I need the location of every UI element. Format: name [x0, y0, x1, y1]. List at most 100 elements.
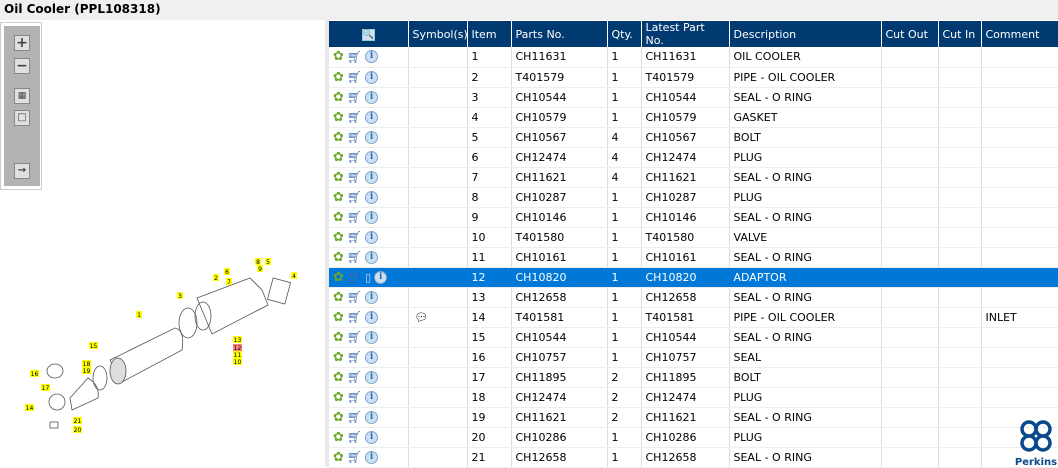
- table-row[interactable]: ✿ 🛒︎ i 1 CH11631 1 CH11631 OIL COOLER: [329, 47, 1058, 68]
- cart-icon[interactable]: 🛒︎: [347, 170, 362, 184]
- cart-icon[interactable]: 🛒︎: [347, 390, 362, 404]
- info-icon[interactable]: i: [365, 90, 379, 104]
- table-row[interactable]: ✿ 🛒︎ i 20 CH10286 1 CH10286 PLUG: [329, 427, 1058, 448]
- cart-icon[interactable]: 🛒︎: [347, 270, 362, 284]
- column-header[interactable]: Cut In: [938, 21, 982, 47]
- table-row[interactable]: ✿ 🛒︎ i 9 CH10146 1 CH10146 SEAL - O RING: [329, 207, 1058, 228]
- callout-label[interactable]: 17: [42, 385, 50, 392]
- column-header[interactable]: Latest Part No.: [641, 21, 730, 47]
- gear-icon[interactable]: ✿: [333, 150, 344, 165]
- table-row[interactable]: ✿ 🛒︎ i 2 T401579 1 T401579 PIPE - OIL COOL…: [329, 67, 1058, 88]
- info-icon[interactable]: i: [365, 50, 379, 64]
- info-icon[interactable]: i: [365, 290, 379, 304]
- gear-icon[interactable]: ✿: [333, 49, 344, 64]
- column-header[interactable]: Comment: [981, 21, 1058, 47]
- column-header[interactable]: Item: [467, 21, 512, 47]
- table-row[interactable]: ✿ 🛒︎ i 5 CH10567 4 CH10567 BOLT: [329, 127, 1058, 148]
- gear-icon[interactable]: ✿: [333, 70, 344, 85]
- callout-label[interactable]: 2: [214, 275, 218, 282]
- callout-label[interactable]: 3: [178, 293, 182, 300]
- info-icon[interactable]: i: [365, 70, 379, 84]
- cart-icon[interactable]: 🛒︎: [347, 310, 362, 324]
- gear-icon[interactable]: ✿: [333, 310, 344, 325]
- table-row[interactable]: ✿ 🛒︎ i 6 CH12474 4 CH12474 PLUG: [329, 147, 1058, 168]
- info-icon[interactable]: i: [365, 170, 379, 184]
- callout-label[interactable]: 14: [26, 405, 34, 412]
- cart-icon[interactable]: 🛒︎: [347, 190, 362, 204]
- column-header[interactable]: Qty.: [607, 21, 642, 47]
- table-row[interactable]: ✿ 🛒︎ i 7 CH11621 4 CH11621 SEAL - O RING: [329, 167, 1058, 188]
- callout-label[interactable]: 16: [31, 371, 39, 378]
- zoom-in-icon[interactable]: +: [14, 35, 30, 51]
- callout-label[interactable]: 4: [292, 273, 296, 280]
- table-row[interactable]: ✿ 🛒︎ i 3 CH10544 1 CH10544 SEAL - O RING: [329, 87, 1058, 108]
- callout-label[interactable]: 19: [83, 368, 91, 375]
- callout-label[interactable]: 8: [256, 259, 260, 266]
- gear-icon[interactable]: ✿: [333, 330, 344, 345]
- table-row[interactable]: ✿ 🛒︎ i 11 CH10161 1 CH10161 SEAL - O RING: [329, 247, 1058, 268]
- info-icon[interactable]: i: [365, 210, 379, 224]
- column-header[interactable]: Parts No.: [511, 21, 608, 47]
- cart-icon[interactable]: 🛒︎: [347, 330, 362, 344]
- table-row[interactable]: ✿ 🛒︎ ▯ i 12 CH10820 1 CH10820 ADAPTOR: [329, 267, 1058, 288]
- callout-label[interactable]: 6: [225, 269, 229, 276]
- table-row[interactable]: ✿ 🛒︎ i 16 CH10757 1 CH10757 SEAL: [329, 347, 1058, 368]
- gear-icon[interactable]: ✿: [333, 210, 344, 225]
- cart-icon[interactable]: 🛒︎: [347, 230, 362, 244]
- column-header[interactable]: Symbol(s): [408, 21, 468, 47]
- gear-icon[interactable]: ✿: [333, 190, 344, 205]
- gear-icon[interactable]: ✿: [333, 230, 344, 245]
- gear-icon[interactable]: ✿: [333, 450, 344, 465]
- cart-icon[interactable]: 🛒︎: [347, 110, 362, 124]
- table-row[interactable]: ✿ 🛒︎ i 17 CH11895 2 CH11895 BOLT: [329, 367, 1058, 388]
- gear-icon[interactable]: ✿: [333, 290, 344, 305]
- cart-icon[interactable]: 🛒︎: [347, 150, 362, 164]
- callout-label[interactable]: 12: [234, 345, 242, 352]
- gear-icon[interactable]: ✿: [333, 370, 344, 385]
- cart-icon[interactable]: 🛒︎: [347, 250, 362, 264]
- info-icon[interactable]: i: [365, 330, 379, 344]
- callout-label[interactable]: 15: [90, 343, 98, 350]
- info-icon[interactable]: i: [365, 430, 379, 444]
- callout-label[interactable]: 13: [234, 337, 242, 344]
- exploded-diagram[interactable]: 123456789101112131415161718192021: [0, 250, 320, 450]
- gear-icon[interactable]: ✿: [333, 250, 344, 265]
- table-row[interactable]: ✿ 🛒︎ i 8 CH10287 1 CH10287 PLUG: [329, 187, 1058, 208]
- cart-icon[interactable]: 🛒︎: [347, 130, 362, 144]
- cart-icon[interactable]: 🛒︎: [347, 430, 362, 444]
- table-row[interactable]: ✿ 🛒︎ i 15 CH10544 1 CH10544 SEAL - O RING: [329, 327, 1058, 348]
- zoom-out-icon[interactable]: −: [14, 58, 30, 74]
- gear-icon[interactable]: ✿: [333, 170, 344, 185]
- gear-icon[interactable]: ✿: [333, 90, 344, 105]
- info-icon[interactable]: i: [365, 450, 379, 464]
- cart-icon[interactable]: 🛒︎: [347, 210, 362, 224]
- callout-label[interactable]: 1: [137, 312, 141, 319]
- cart-icon[interactable]: 🛒︎: [347, 450, 362, 464]
- table-row[interactable]: ✿ 🛒︎ i 💬︎ 14 T401581 1 T401581 PIPE - OIL …: [329, 307, 1058, 328]
- header-search-icon[interactable]: 🔍: [329, 21, 409, 47]
- gear-icon[interactable]: ✿: [333, 430, 344, 445]
- table-row[interactable]: ✿ 🛒︎ i 13 CH12658 1 CH12658 SEAL - O RING: [329, 287, 1058, 308]
- info-icon[interactable]: i: [365, 390, 379, 404]
- info-icon[interactable]: i: [365, 370, 379, 384]
- gear-icon[interactable]: ✿: [333, 390, 344, 405]
- comment-icon[interactable]: 💬︎: [415, 311, 429, 324]
- cart-icon[interactable]: 🛒︎: [347, 370, 362, 384]
- table-row[interactable]: ✿ 🛒︎ i 4 CH10579 1 CH10579 GASKET: [329, 107, 1058, 128]
- callout-label[interactable]: 7: [227, 279, 231, 286]
- table-row[interactable]: ✿ 🛒︎ i 21 CH12658 1 CH12658 SEAL - O RING: [329, 447, 1058, 468]
- cart-icon[interactable]: 🛒︎: [347, 70, 362, 84]
- info-icon[interactable]: i: [365, 130, 379, 144]
- column-header[interactable]: Description: [729, 21, 882, 47]
- info-icon[interactable]: i: [365, 230, 379, 244]
- gear-icon[interactable]: ✿: [333, 350, 344, 365]
- callout-label[interactable]: 10: [234, 359, 242, 366]
- door-icon[interactable]: ▯: [365, 271, 371, 284]
- cart-icon[interactable]: 🛒︎: [347, 90, 362, 104]
- cart-icon[interactable]: 🛒︎: [347, 50, 362, 64]
- gear-icon[interactable]: ✿: [333, 110, 344, 125]
- cart-icon[interactable]: 🛒︎: [347, 290, 362, 304]
- cart-icon[interactable]: 🛒︎: [347, 410, 362, 424]
- callout-label[interactable]: 11: [234, 352, 242, 359]
- gear-icon[interactable]: ✿: [333, 270, 344, 285]
